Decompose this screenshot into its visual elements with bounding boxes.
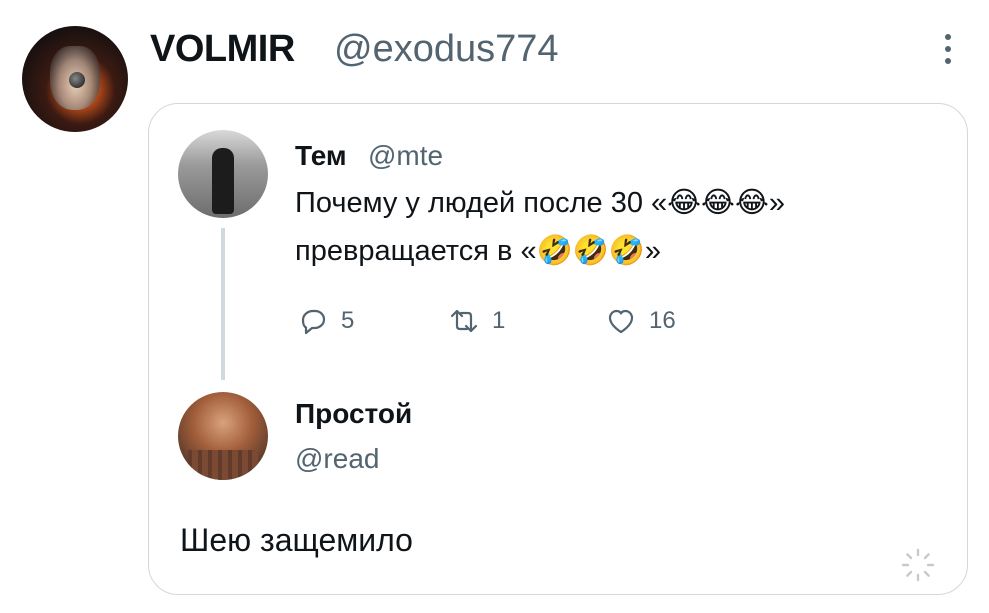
avatar-shirt-image [188,450,258,480]
quoted-text-line2: превращается в «🤣🤣🤣» [295,233,661,268]
author-handle[interactable]: @exodus774 [334,28,559,71]
quoted-author-name[interactable]: Тем [295,140,347,172]
author-avatar[interactable] [22,26,128,132]
reply-icon [301,309,326,335]
rolling-laughing-emoji: 🤣🤣🤣 [536,233,645,267]
more-icon[interactable] [938,34,958,70]
loading-icon [898,545,938,585]
reply-text: Шею защемило [180,522,413,558]
avatar-orb-image [69,72,85,88]
quoted-text-line2-suffix: » [644,235,662,267]
reply-button[interactable]: 5 [297,305,354,337]
like-button[interactable]: 16 [605,305,676,337]
reply-count: 5 [341,307,355,334]
like-icon [608,309,634,334]
retweet-icon [450,309,478,333]
quoted-text-line1-suffix: » [768,187,785,219]
retweet-count: 1 [492,307,506,334]
like-count: 16 [649,307,676,334]
reply-author-name[interactable]: Простой [295,398,412,430]
quoted-text-line1-prefix: Почему у людей после 30 « [295,187,668,219]
reply-author-handle[interactable]: @read [295,443,379,475]
quoted-author-handle[interactable]: @mte [368,140,443,172]
avatar-figure-image [212,148,234,214]
quoted-avatar[interactable] [178,130,268,218]
quoted-text-line1: Почему у людей после 30 «😂😂😂» [295,185,785,220]
quoted-text-line2-prefix: превращается в « [295,235,537,267]
author-name[interactable]: VOLMIR [150,28,295,71]
tears-of-joy-emoji: 😂😂😂 [667,185,769,219]
reply-avatar[interactable] [178,392,268,480]
retweet-button[interactable]: 1 [448,305,505,337]
thread-line [221,228,225,380]
